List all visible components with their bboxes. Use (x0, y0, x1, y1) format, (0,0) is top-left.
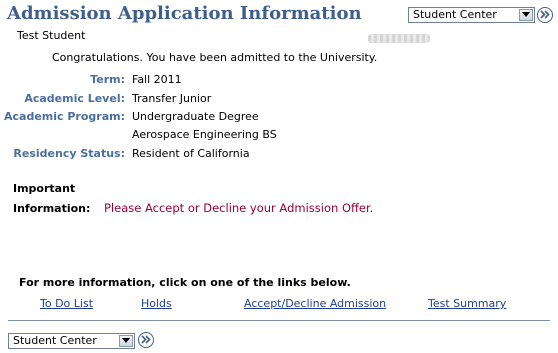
student-name: Test Student (17, 29, 86, 42)
academic-program-value-1: Undergraduate Degree (132, 110, 259, 123)
link-holds[interactable]: Holds (141, 297, 172, 310)
academic-level-label: Academic Level: (24, 92, 125, 105)
nav-select-top-value: Student Center (413, 8, 497, 21)
link-accept-decline-admission[interactable]: Accept/Decline Admission (244, 297, 386, 310)
congratulations-text: Congratulations. You have been admitted … (52, 51, 378, 64)
nav-select-top[interactable]: Student Center (408, 7, 535, 23)
double-chevron-right-icon (540, 10, 550, 19)
divider (8, 320, 550, 321)
term-label: Term: (90, 73, 125, 86)
link-test-summary[interactable]: Test Summary (428, 297, 506, 310)
more-info-text: For more information, click on one of th… (19, 276, 351, 289)
nav-select-bottom-value: Student Center (13, 334, 97, 347)
chevron-down-icon[interactable] (519, 9, 533, 21)
residency-status-value: Resident of California (132, 147, 250, 160)
double-chevron-right-icon (141, 335, 151, 344)
important-label-line2: Information: (13, 202, 91, 215)
chevron-down-icon[interactable] (119, 335, 133, 347)
nav-select-bottom[interactable]: Student Center (8, 333, 135, 349)
academic-level-value: Transfer Junior (132, 92, 212, 105)
academic-program-value-2: Aerospace Engineering BS (132, 128, 277, 141)
student-id-masked (368, 34, 430, 43)
important-label-line1: Important (13, 182, 76, 195)
go-button-top[interactable] (537, 7, 553, 23)
academic-program-label: Academic Program: (4, 110, 125, 123)
admission-offer-message: Please Accept or Decline your Admission … (104, 201, 374, 215)
go-button-bottom[interactable] (138, 332, 154, 348)
page-title: Admission Application Information (7, 3, 362, 24)
link-to-do-list[interactable]: To Do List (40, 297, 93, 310)
term-value: Fall 2011 (132, 73, 182, 86)
residency-status-label: Residency Status: (13, 147, 125, 160)
